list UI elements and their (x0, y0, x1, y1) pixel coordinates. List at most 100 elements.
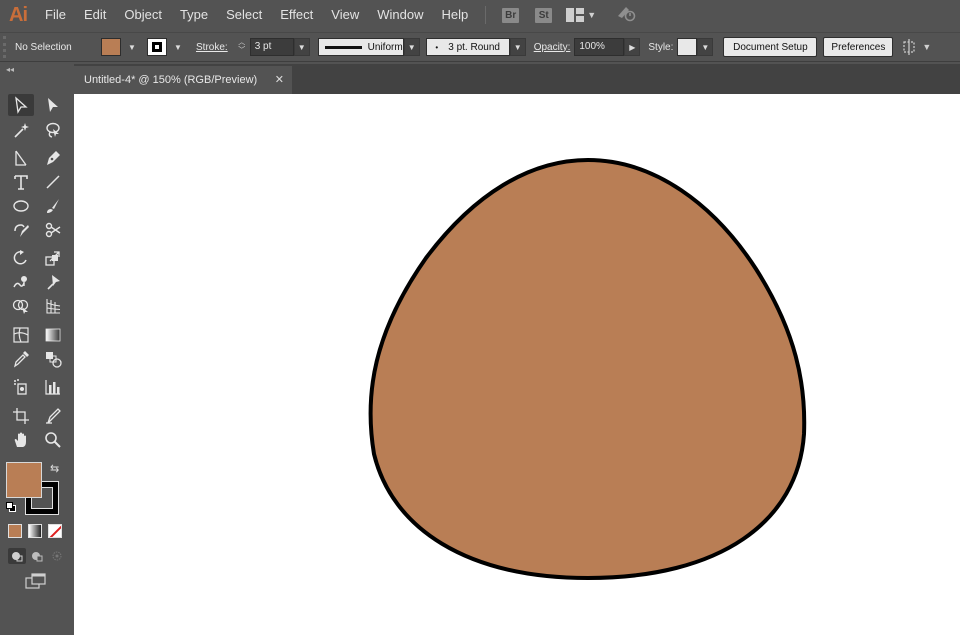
menu-divider (485, 6, 487, 24)
document-tab-title: Untitled-4* @ 150% (RGB/Preview) (84, 74, 258, 86)
selection-status: No Selection (15, 41, 72, 53)
document-setup-button[interactable]: Document Setup (723, 37, 818, 57)
artwork (368, 158, 807, 580)
pen-tool-icon[interactable] (40, 147, 66, 169)
menu-help[interactable]: Help (432, 0, 477, 30)
stroke-weight-stepper[interactable]: ︿ ﹀ (236, 38, 248, 56)
menu-type[interactable]: Type (171, 0, 217, 30)
arrange-documents-button[interactable]: ▼ (566, 8, 596, 22)
color-mode-button[interactable] (8, 524, 22, 538)
opacity-expand[interactable]: ▶ (624, 38, 641, 56)
document-tab-bar: Untitled-4* @ 150% (RGB/Preview) ✕ (74, 64, 960, 94)
rotate-tool-icon[interactable] (8, 247, 34, 269)
profile-line-preview (324, 45, 362, 49)
magic-wand-tool-icon[interactable] (8, 119, 34, 141)
warp-tool-icon[interactable] (8, 271, 34, 293)
line-segment-icon[interactable] (8, 147, 34, 169)
lasso-tool-icon[interactable] (40, 119, 66, 141)
chevron-down-icon: ▼ (174, 42, 182, 52)
brush-dot-icon: • (435, 42, 439, 52)
brush-label: 3 pt. Round (448, 41, 500, 53)
slice-tool-icon[interactable] (40, 405, 66, 427)
control-bar: No Selection ▼ ▼ Stroke: ︿ ﹀ 3 pt ▼ Unifo… (0, 32, 960, 62)
gradient-mode-button[interactable] (28, 524, 42, 538)
fill-color-box[interactable] (6, 462, 42, 498)
paintbrush-tool-icon[interactable] (40, 195, 66, 217)
opacity-input[interactable]: 100% (574, 38, 625, 56)
menu-effect[interactable]: Effect (271, 0, 322, 30)
puppet-warp-tool-icon[interactable] (40, 271, 66, 293)
zoom-tool-icon[interactable] (40, 429, 66, 451)
draw-inside-icon[interactable] (48, 548, 66, 564)
column-graph-tool-icon[interactable] (40, 376, 66, 398)
stroke-dropdown[interactable]: ▼ (170, 38, 186, 56)
opacity-label[interactable]: Opacity: (534, 42, 571, 53)
document-tab[interactable]: Untitled-4* @ 150% (RGB/Preview) ✕ (74, 66, 292, 94)
preferences-button[interactable]: Preferences (823, 37, 894, 57)
menu-file[interactable]: File (36, 0, 75, 30)
stock-icon[interactable]: St (535, 7, 553, 23)
style-dropdown[interactable]: ▼ (697, 38, 714, 56)
blend-tool-icon[interactable] (40, 348, 66, 370)
scissors-tool-icon[interactable] (40, 219, 66, 241)
panel-grip[interactable] (3, 36, 11, 58)
menu-view[interactable]: View (322, 0, 368, 30)
artboard-tool-icon[interactable] (8, 405, 34, 427)
type-tool-icon[interactable] (8, 171, 34, 193)
gpu-performance-icon (618, 6, 636, 21)
chevron-down-icon: ▼ (587, 10, 597, 20)
fill-swatch[interactable] (101, 38, 121, 56)
shape-builder-tool-icon[interactable] (8, 295, 34, 317)
line-tool-icon[interactable] (40, 171, 66, 193)
none-mode-button[interactable] (48, 524, 62, 538)
app-logo: Ai (9, 3, 28, 26)
change-screen-mode-icon[interactable] (24, 572, 48, 590)
arrange-documents-icon (566, 8, 585, 22)
stroke-label[interactable]: Stroke: (196, 42, 228, 53)
draw-behind-icon[interactable] (28, 548, 46, 564)
bridge-icon[interactable]: Br (502, 7, 520, 23)
selection-tool-icon[interactable] (8, 94, 34, 116)
chevron-down-icon: ▼ (922, 42, 932, 52)
illustrator-window: Ai File Edit Object Type Select Effect V… (0, 0, 960, 635)
menu-object[interactable]: Object (115, 0, 171, 30)
stroke-weight-input[interactable]: 3 pt (249, 38, 294, 56)
graphic-style-swatch[interactable] (677, 38, 698, 56)
swap-fill-stroke-icon[interactable]: ⇆ (50, 462, 59, 475)
gradient-tool-icon[interactable] (40, 324, 66, 346)
gpu-performance-button[interactable] (616, 4, 636, 27)
chevron-down-icon: ▼ (701, 42, 710, 52)
stroke-weight-dropdown[interactable]: ▼ (293, 38, 310, 56)
menu-window[interactable]: Window (368, 0, 432, 30)
control-bar-options[interactable]: ▼ (901, 39, 931, 55)
chevron-right-icon: ▶ (629, 42, 636, 52)
artboard-canvas[interactable] (74, 94, 960, 635)
brush-dropdown[interactable]: ▼ (509, 38, 526, 56)
menu-select[interactable]: Select (217, 0, 271, 30)
default-fill-stroke-icon[interactable] (6, 502, 16, 512)
stroke-swatch-inner (152, 42, 162, 52)
toolbar-collapse-button[interactable]: ◂◂ (0, 64, 74, 76)
scale-tool-icon[interactable] (40, 247, 66, 269)
brown-blob-shape[interactable] (368, 158, 807, 580)
chevron-down-icon: ▼ (407, 42, 416, 52)
brush-definition[interactable]: • 3 pt. Round (425, 38, 510, 56)
close-tab-icon[interactable]: ✕ (275, 66, 284, 94)
ellipse-tool-icon[interactable] (8, 195, 34, 217)
direct-selection-tool-icon[interactable] (40, 94, 66, 116)
chevron-down-icon: ▼ (128, 42, 136, 52)
variable-width-profile[interactable]: Uniform (317, 38, 404, 56)
shaper-tool-icon[interactable] (8, 219, 34, 241)
perspective-grid-tool-icon[interactable] (40, 295, 66, 317)
hand-tool-icon[interactable] (8, 429, 34, 451)
tools-panel: ⇆ (0, 76, 74, 635)
menu-edit[interactable]: Edit (75, 0, 115, 30)
stroke-swatch[interactable] (147, 38, 167, 56)
draw-normal-icon[interactable] (8, 548, 26, 564)
mesh-tool-icon[interactable] (8, 324, 34, 346)
fill-dropdown[interactable]: ▼ (124, 38, 140, 56)
profile-dropdown[interactable]: ▼ (403, 38, 420, 56)
symbol-sprayer-tool-icon[interactable] (8, 376, 34, 398)
eyedropper-tool-icon[interactable] (8, 348, 34, 370)
chevron-down-icon: ▼ (513, 42, 522, 52)
